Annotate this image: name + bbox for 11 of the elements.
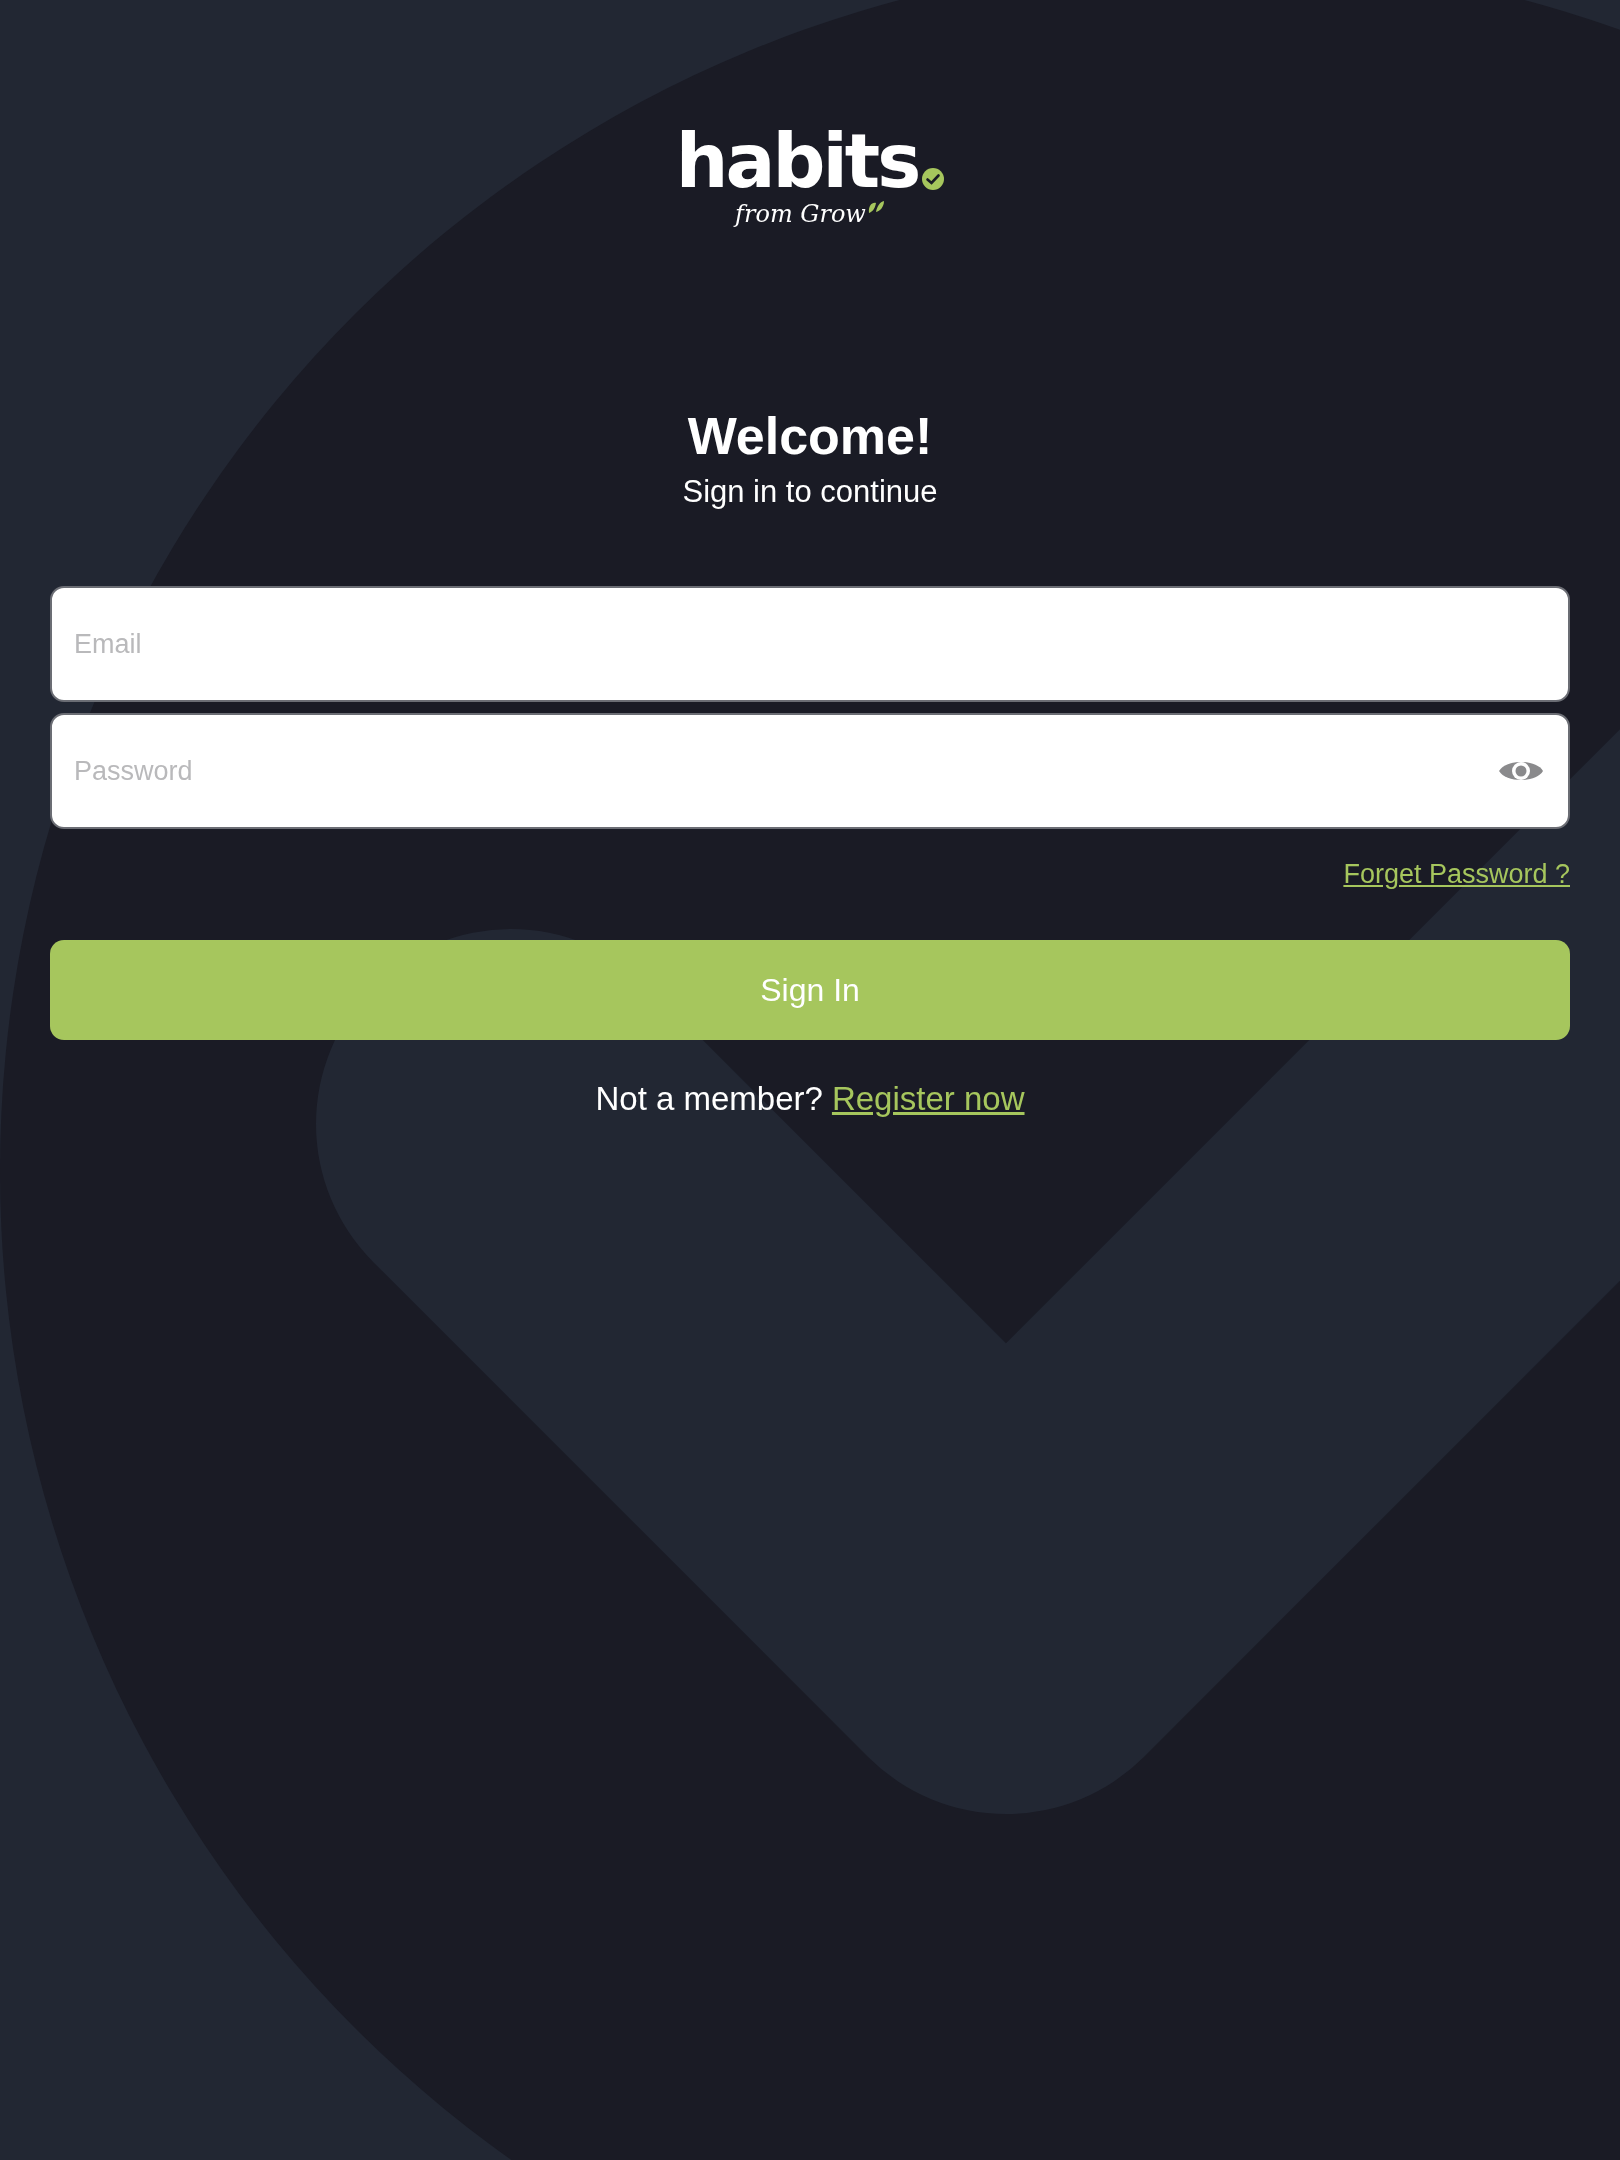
logo-wordmark: habits [675,126,919,196]
check-icon [922,168,945,190]
register-link[interactable]: Register now [831,1080,1025,1118]
logo-tagline: from Grow [735,200,866,228]
welcome-title: Welcome! [687,406,933,467]
email-field[interactable]: Email [50,586,1570,702]
forgot-password-link[interactable]: Forget Password ? [1343,859,1570,890]
password-field[interactable]: Password [50,713,1570,829]
welcome-subtitle: Sign in to continue [682,473,938,511]
leaf-icon [866,200,885,214]
register-prompt: Not a member? [595,1080,823,1118]
